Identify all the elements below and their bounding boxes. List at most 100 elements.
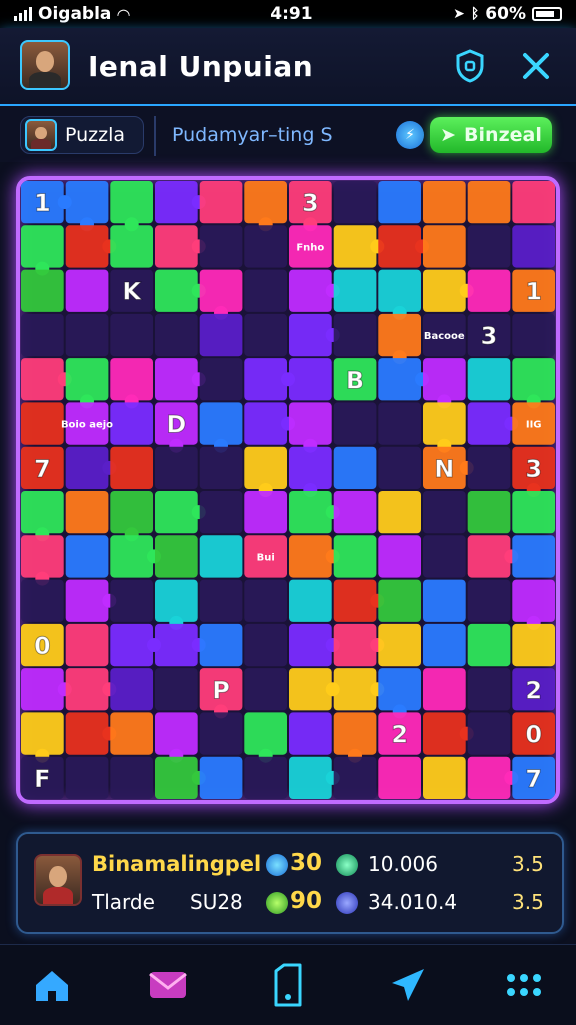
puzzle-piece[interactable]	[423, 535, 466, 578]
puzzle-piece[interactable]	[512, 623, 555, 667]
puzzle-piece[interactable]	[467, 402, 511, 445]
puzzle-piece[interactable]	[378, 358, 421, 401]
puzzle-piece[interactable]	[244, 579, 287, 622]
puzzle-piece[interactable]	[333, 225, 377, 268]
puzzle-piece[interactable]	[21, 712, 64, 755]
puzzle-piece[interactable]	[21, 579, 64, 622]
send-icon[interactable]	[378, 963, 438, 1007]
puzzle-piece[interactable]	[21, 313, 64, 357]
puzzle-piece[interactable]	[110, 712, 153, 755]
puzzle-piece[interactable]	[244, 756, 287, 799]
puzzle-grid[interactable]: 1 3Fnho1K3BacooeBBoio aejo D IIG7 N 3Bui02P2 0…	[20, 180, 556, 800]
puzzle-piece[interactable]	[65, 491, 109, 534]
puzzle-piece[interactable]	[333, 535, 377, 578]
puzzle-piece[interactable]	[244, 668, 287, 711]
puzzle-piece[interactable]	[289, 579, 332, 622]
puzzle-piece[interactable]	[199, 491, 243, 534]
puzzle-piece[interactable]	[21, 269, 64, 312]
phone-icon[interactable]	[258, 963, 318, 1007]
puzzle-piece[interactable]	[65, 623, 109, 667]
puzzle-piece[interactable]	[110, 225, 153, 268]
puzzle-piece[interactable]	[512, 225, 555, 268]
puzzle-piece[interactable]	[289, 535, 332, 578]
puzzle-piece[interactable]	[333, 269, 377, 312]
puzzle-piece[interactable]	[378, 491, 421, 534]
puzzle-piece[interactable]	[289, 269, 332, 312]
puzzle-piece[interactable]	[378, 668, 421, 711]
puzzle-piece[interactable]	[155, 535, 198, 578]
puzzle-piece[interactable]	[110, 313, 153, 357]
puzzle-piece[interactable]	[244, 269, 287, 312]
puzzle-piece[interactable]	[65, 756, 109, 799]
puzzle-piece[interactable]	[289, 712, 332, 755]
puzzle-piece[interactable]	[199, 402, 243, 445]
puzzle-board[interactable]: 1 3 Fnho 1 K 3 Bacooe B Boio aejo D IIG 7 N 3 Bui 0 2 P 2 0…	[16, 176, 560, 804]
puzzle-piece[interactable]	[110, 623, 153, 667]
puzzle-piece[interactable]	[155, 623, 198, 667]
puzzle-piece[interactable]	[378, 313, 421, 357]
puzzle-piece[interactable]	[244, 313, 287, 357]
puzzle-piece[interactable]	[199, 535, 243, 578]
puzzle-piece[interactable]	[333, 668, 377, 711]
puzzle-piece[interactable]	[423, 402, 466, 445]
puzzle-piece[interactable]	[199, 358, 243, 401]
puzzle-piece[interactable]	[333, 402, 377, 445]
puzzle-piece[interactable]	[467, 225, 511, 268]
puzzle-piece[interactable]	[423, 756, 466, 799]
puzzle-piece[interactable]	[110, 181, 153, 224]
puzzle-piece[interactable]	[199, 313, 243, 357]
puzzle-piece[interactable]	[512, 181, 555, 224]
shield-icon[interactable]	[448, 44, 492, 88]
go-button[interactable]: ➤ Binzeal	[430, 117, 552, 153]
puzzle-piece[interactable]	[423, 358, 466, 401]
puzzle-piece[interactable]	[289, 756, 332, 799]
puzzle-piece[interactable]	[512, 313, 555, 357]
puzzle-piece[interactable]	[289, 358, 332, 401]
menu-icon[interactable]	[494, 963, 554, 1007]
puzzle-piece[interactable]	[467, 446, 511, 489]
puzzle-piece[interactable]	[378, 446, 421, 489]
puzzle-piece[interactable]	[378, 535, 421, 578]
puzzle-piece[interactable]	[155, 358, 198, 401]
puzzle-piece[interactable]	[65, 181, 109, 224]
puzzle-piece[interactable]	[21, 402, 64, 445]
puzzle-piece[interactable]	[333, 623, 377, 667]
puzzle-piece[interactable]	[244, 623, 287, 667]
puzzle-piece[interactable]	[155, 491, 198, 534]
puzzle-piece[interactable]	[512, 535, 555, 578]
puzzle-piece[interactable]	[244, 402, 287, 445]
puzzle-piece[interactable]	[423, 579, 466, 622]
player-chip[interactable]: Puzzla	[20, 116, 144, 154]
puzzle-piece[interactable]	[244, 358, 287, 401]
puzzle-piece[interactable]	[199, 446, 243, 489]
puzzle-piece[interactable]	[21, 491, 64, 534]
puzzle-piece[interactable]	[333, 579, 377, 622]
puzzle-piece[interactable]	[289, 623, 332, 667]
puzzle-piece[interactable]	[199, 756, 243, 799]
puzzle-piece[interactable]	[423, 623, 466, 667]
puzzle-piece[interactable]	[289, 446, 332, 489]
puzzle-piece[interactable]	[289, 402, 332, 445]
puzzle-piece[interactable]	[65, 313, 109, 357]
puzzle-piece[interactable]	[333, 491, 377, 534]
puzzle-piece[interactable]	[378, 225, 421, 268]
puzzle-piece[interactable]	[155, 446, 198, 489]
puzzle-piece[interactable]	[199, 623, 243, 667]
puzzle-piece[interactable]	[467, 358, 511, 401]
puzzle-piece[interactable]	[512, 579, 555, 622]
puzzle-piece[interactable]	[378, 579, 421, 622]
puzzle-piece[interactable]	[65, 446, 109, 489]
user-avatar[interactable]	[20, 40, 70, 90]
puzzle-piece[interactable]	[423, 225, 466, 268]
puzzle-piece[interactable]	[110, 668, 153, 711]
puzzle-piece[interactable]	[21, 535, 64, 578]
puzzle-piece[interactable]	[378, 623, 421, 667]
puzzle-piece[interactable]	[21, 358, 64, 401]
home-icon[interactable]	[22, 963, 82, 1007]
puzzle-piece[interactable]	[155, 579, 198, 622]
puzzle-piece[interactable]	[199, 181, 243, 224]
puzzle-piece[interactable]	[110, 579, 153, 622]
puzzle-piece[interactable]	[65, 712, 109, 755]
puzzle-piece[interactable]	[289, 313, 332, 357]
puzzle-piece[interactable]	[110, 446, 153, 489]
